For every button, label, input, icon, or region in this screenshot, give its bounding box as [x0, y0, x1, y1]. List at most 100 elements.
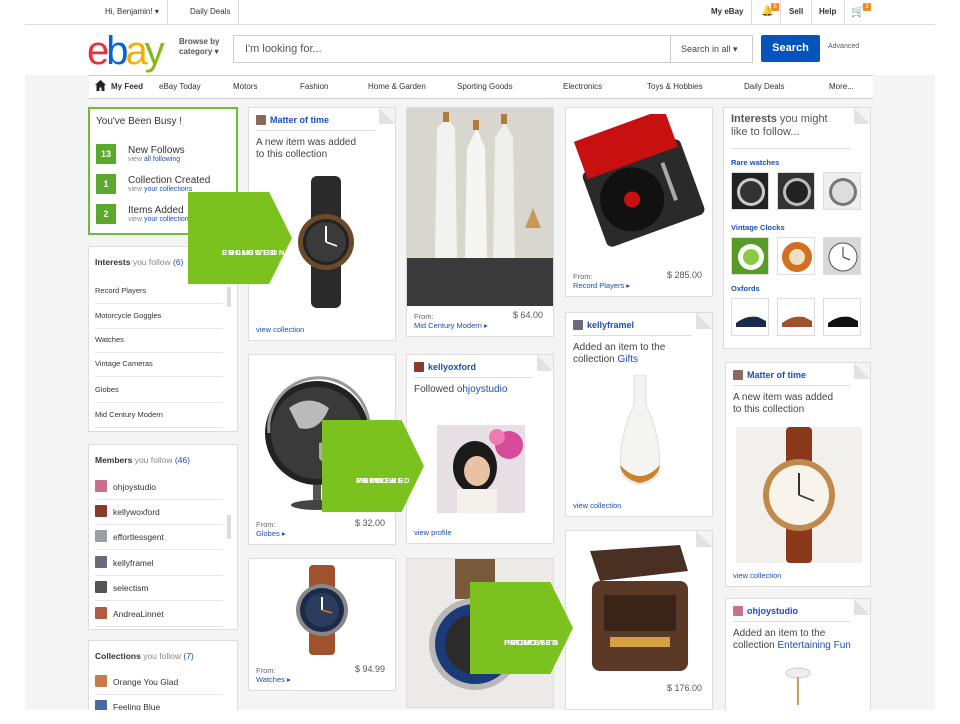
vase-image[interactable] — [614, 375, 666, 495]
browse-category-button[interactable]: Browse by category ▾ — [179, 37, 219, 57]
collection-item[interactable]: Feeling Blue — [95, 695, 223, 710]
nav-fashion[interactable]: Fashion — [300, 76, 328, 98]
suggest-thumb[interactable] — [731, 298, 769, 336]
suggest-thumb[interactable] — [777, 237, 815, 275]
interest-item[interactable]: Mid Century Modern — [95, 403, 223, 428]
source-link[interactable]: Mid Century Modern — [414, 321, 482, 330]
collections-heading: Collections you follow (7) — [95, 651, 194, 661]
lamp-image[interactable] — [778, 665, 818, 705]
activity-link[interactable]: your collections — [144, 186, 192, 193]
members-scrollbar[interactable] — [227, 515, 231, 539]
greeting-menu[interactable]: Hi, Benjamin! ▾ — [97, 0, 168, 24]
suggest-title-part: like to follow... — [731, 126, 800, 138]
profile-photo[interactable] — [437, 425, 525, 513]
my-ebay-link[interactable]: My eBay — [703, 0, 753, 24]
followed-member-link[interactable]: ohjoystudio — [457, 384, 508, 395]
activity-sub: view all following — [128, 156, 180, 163]
card-user[interactable]: ohjoystudio — [733, 606, 798, 616]
search-box[interactable]: I'm looking for... Search in all ▾ — [233, 35, 753, 63]
divider — [256, 130, 375, 131]
interests-scrollbar[interactable] — [227, 287, 231, 307]
feed-card-member[interactable]: kellyoxford Followed ohjoystudio view pr… — [406, 354, 554, 544]
collection-link[interactable]: Gifts — [617, 354, 638, 365]
item-source: From: Mid Century Modern ▸ — [414, 312, 488, 330]
divider — [414, 377, 533, 378]
feed-card-item[interactable]: $ 285.00 From: Record Players ▸ — [565, 107, 713, 297]
view-collection-link[interactable]: view collection — [733, 571, 781, 580]
card-message: Followed ohjoystudio — [414, 384, 507, 396]
member-item[interactable]: selectism — [95, 576, 223, 601]
feed-card-item[interactable]: $ 64.00 From: Mid Century Modern ▸ — [406, 107, 554, 337]
suggest-thumb[interactable] — [731, 237, 769, 275]
search-input[interactable]: I'm looking for... — [245, 43, 322, 55]
card-user[interactable]: kellyoxford — [414, 362, 476, 372]
interest-item[interactable]: Watches — [95, 328, 223, 353]
view-collection-link[interactable]: view collection — [256, 325, 304, 334]
source-link[interactable]: Record Players — [573, 281, 624, 290]
collection-link[interactable]: Entertaining Fun — [777, 640, 850, 651]
activity-link[interactable]: all following — [144, 156, 180, 163]
suggest-title: Interests — [731, 113, 777, 125]
suggest-thumb[interactable] — [731, 172, 769, 210]
nav-ebay-today[interactable]: eBay Today — [159, 76, 201, 98]
suggest-thumb[interactable] — [777, 172, 815, 210]
suggest-thumb[interactable] — [823, 237, 861, 275]
activity-link[interactable]: your collections — [144, 216, 192, 223]
advanced-search-link[interactable]: Advanced — [828, 43, 859, 50]
search-button[interactable]: Search — [761, 35, 820, 62]
suggest-thumb[interactable] — [823, 298, 861, 336]
feed-card-item[interactable]: $ 176.00 — [565, 530, 713, 710]
nav-daily-deals[interactable]: Daily Deals — [744, 76, 784, 98]
feed-card-collection[interactable]: kellyframel Added an item to the collecti… — [565, 312, 713, 517]
suggest-thumb[interactable] — [777, 298, 815, 336]
view-collection-link[interactable]: view collection — [573, 501, 621, 510]
nav-home-garden[interactable]: Home & Garden — [368, 76, 426, 98]
ebay-logo[interactable]: ebay — [87, 29, 165, 74]
sell-link[interactable]: Sell — [781, 0, 813, 24]
watch-image[interactable] — [281, 176, 371, 308]
feed-card-collection[interactable]: ohjoystudio Added an item to the collecti… — [725, 598, 871, 710]
suggest-group-vintage-clocks[interactable]: Vintage Clocks — [731, 223, 785, 232]
nav-sporting-goods[interactable]: Sporting Goods — [457, 76, 513, 98]
cart-button[interactable]: 🛒 2 — [843, 0, 873, 24]
notifications-button[interactable]: 🔔 5 — [753, 0, 781, 24]
home-icon[interactable] — [95, 80, 106, 91]
card-user[interactable]: Matter of time — [256, 115, 329, 125]
feed-card-item[interactable]: $ 94.99 From: Watches ▸ — [248, 558, 396, 691]
member-item[interactable]: AndreaLinnet — [95, 602, 223, 627]
member-item[interactable]: kellywoxford — [95, 500, 223, 525]
item-price: $ 94.99 — [354, 664, 385, 674]
source-link[interactable]: Watches — [256, 675, 285, 684]
card-fold — [379, 108, 395, 124]
watch-image[interactable] — [287, 565, 357, 655]
interest-item[interactable]: Globes — [95, 378, 223, 403]
nav-motors[interactable]: Motors — [233, 76, 257, 98]
help-link[interactable]: Help — [811, 0, 846, 24]
daily-deals-link[interactable]: Daily Deals — [182, 0, 240, 24]
suggest-group-rare-watches[interactable]: Rare watches — [731, 158, 779, 167]
member-item[interactable]: effortlessgent — [95, 525, 223, 550]
radio-image[interactable] — [580, 541, 700, 681]
turntable-image[interactable] — [574, 114, 706, 264]
collection-item[interactable]: Orange You Glad — [95, 670, 223, 695]
interest-item[interactable]: Motorcycle Goggles — [95, 304, 223, 329]
nav-toys-hobbies[interactable]: Toys & Hobbies — [647, 76, 703, 98]
interest-item[interactable]: Vintage Cameras — [95, 352, 223, 377]
suggest-group-oxfords[interactable]: Oxfords — [731, 284, 760, 293]
search-scope-select[interactable]: Search in all ▾ — [670, 36, 752, 62]
card-user[interactable]: kellyframel — [573, 320, 634, 330]
feed-card-collection[interactable]: Matter of time A new item was added to th… — [725, 362, 871, 587]
watch-image[interactable] — [736, 427, 862, 563]
member-item[interactable]: kellyframel — [95, 551, 223, 576]
bottles-image[interactable] — [407, 108, 554, 306]
nav-electronics[interactable]: Electronics — [563, 76, 602, 98]
suggest-thumb[interactable] — [823, 172, 861, 210]
card-user[interactable]: Matter of time — [733, 370, 806, 380]
member-item[interactable]: ohjoystudio — [95, 475, 223, 500]
source-link[interactable]: Globes — [256, 529, 280, 538]
view-profile-link[interactable]: view profile — [414, 528, 452, 537]
nav-more[interactable]: More... — [829, 76, 854, 98]
interests-heading: Interests you follow (6) — [95, 257, 183, 267]
activity-row[interactable]: 13 New Follows view all following — [96, 144, 236, 166]
nav-my-feed[interactable]: My Feed — [111, 76, 143, 98]
